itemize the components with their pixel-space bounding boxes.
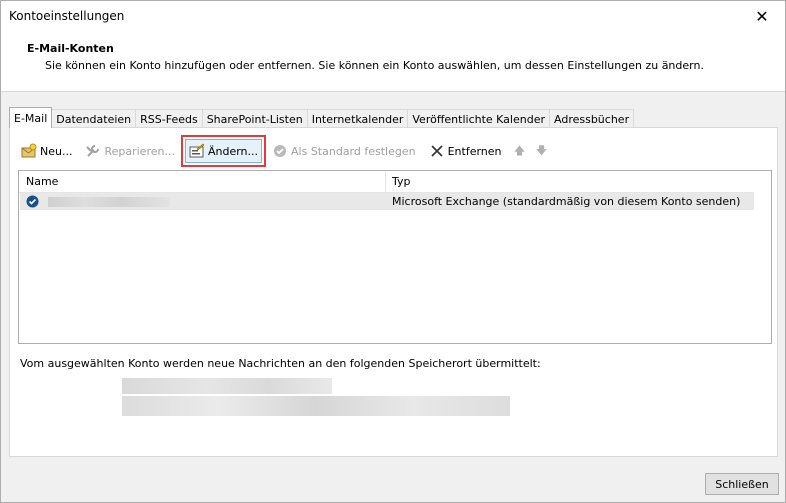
account-toolbar: Neu... Reparieren... Ändern... Als Stand…: [18, 135, 556, 167]
tab-rss-feeds[interactable]: RSS-Feeds: [135, 109, 203, 128]
set-default-button[interactable]: Als Standard festlegen: [269, 140, 419, 162]
header-title: E-Mail-Konten: [27, 42, 114, 55]
tab-published-calendars[interactable]: Veröffentlichte Kalender: [407, 109, 550, 128]
remove-account-button[interactable]: Entfernen: [426, 140, 505, 162]
edit-account-icon: [189, 143, 205, 159]
tab-strip: E-Mail Datendateien RSS-Feeds SharePoint…: [9, 107, 635, 128]
set-default-label: Als Standard festlegen: [291, 144, 416, 158]
new-account-button[interactable]: Neu...: [18, 140, 75, 162]
delivery-location-label: Vom ausgewählten Konto werden neue Nachr…: [20, 357, 541, 370]
repair-label: Reparieren...: [104, 144, 175, 158]
list-header: Name Typ: [19, 171, 754, 193]
account-list: Name Typ Microsoft Exchange (standardmäß…: [18, 170, 772, 344]
tab-internet-calendars[interactable]: Internetkalender: [306, 109, 409, 128]
remove-account-label: Entfernen: [447, 144, 502, 158]
redacted-delivery-location: [122, 378, 332, 394]
account-settings-dialog: Kontoeinstellungen ✕ E-Mail-Konten Sie k…: [0, 0, 786, 503]
wrench-icon: [85, 143, 101, 159]
repair-button[interactable]: Reparieren...: [82, 140, 178, 162]
title-bar: Kontoeinstellungen ✕: [1, 1, 785, 31]
default-account-icon: [26, 195, 39, 208]
window-title: Kontoeinstellungen: [9, 9, 125, 23]
close-button[interactable]: Schließen: [705, 473, 779, 495]
redacted-account-name: [48, 197, 170, 207]
column-header-name[interactable]: Name: [26, 175, 58, 188]
email-tab-panel: Neu... Reparieren... Ändern... Als Stand…: [9, 127, 778, 457]
tab-address-books[interactable]: Adressbücher: [549, 109, 635, 128]
delete-x-icon: [429, 143, 445, 159]
dialog-header: E-Mail-Konten Sie können ein Konto hinzu…: [1, 31, 785, 92]
move-down-icon[interactable]: 🡇: [534, 143, 550, 159]
new-account-label: Neu...: [40, 144, 73, 158]
change-account-button[interactable]: Ändern...: [180, 135, 267, 167]
account-row[interactable]: Microsoft Exchange (standardmäßig von di…: [20, 193, 754, 210]
tab-email[interactable]: E-Mail: [9, 107, 53, 128]
tab-data-files[interactable]: Datendateien: [51, 109, 137, 128]
tab-sharepoint-lists[interactable]: SharePoint-Listen: [201, 109, 308, 128]
checkmark-circle-icon: [272, 143, 288, 159]
account-type: Microsoft Exchange (standardmäßig von di…: [392, 195, 741, 208]
close-icon[interactable]: ✕: [739, 1, 785, 31]
header-description: Sie können ein Konto hinzufügen oder ent…: [45, 59, 704, 72]
new-mail-icon: [21, 143, 37, 159]
redacted-delivery-path: [122, 396, 510, 416]
move-up-icon[interactable]: 🡅: [512, 143, 528, 159]
column-header-type[interactable]: Typ: [392, 175, 411, 188]
change-account-label: Ändern...: [207, 144, 259, 158]
column-separator[interactable]: [385, 171, 386, 192]
